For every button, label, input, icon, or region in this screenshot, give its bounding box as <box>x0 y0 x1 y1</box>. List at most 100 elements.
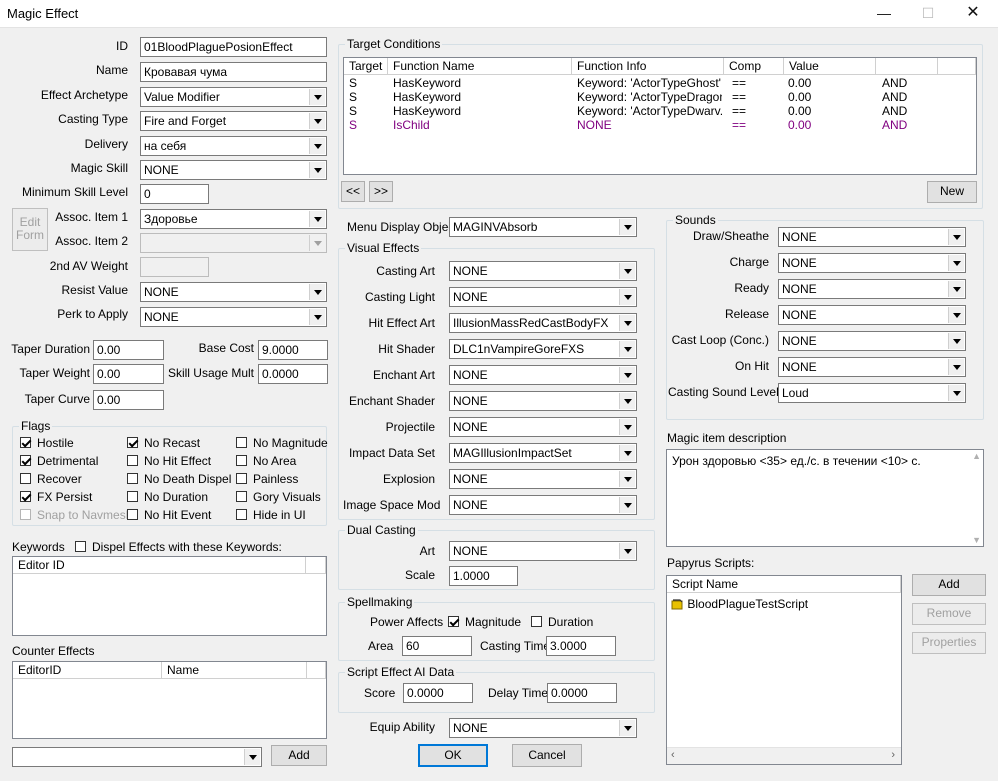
assoc2-select[interactable] <box>140 233 327 253</box>
comp-column-header[interactable]: Comp <box>724 58 784 75</box>
hit-shader-select[interactable]: DLC1nVampireGoreFXS <box>449 339 637 359</box>
name-field[interactable]: Кровавая чума <box>140 62 327 82</box>
new-condition-button[interactable]: New <box>927 181 977 203</box>
condition-cell-func[interactable]: IsChild <box>393 118 569 132</box>
condition-cell-comp[interactable]: == <box>732 118 782 132</box>
dual-scale-field[interactable]: 1.0000 <box>449 566 518 586</box>
dual-art-select[interactable]: NONE <box>449 541 637 561</box>
condition-cell-target[interactable]: S <box>349 76 385 90</box>
condition-cell-info[interactable]: NONE <box>577 118 722 132</box>
flag-checkbox[interactable]: FX Persist <box>20 490 92 504</box>
cancel-button[interactable]: Cancel <box>512 744 582 767</box>
condition-cell-info[interactable]: Keyword: 'ActorTypeDwarv... <box>577 104 722 118</box>
next-condition-button[interactable]: >> <box>369 181 393 202</box>
score-field[interactable]: 0.0000 <box>403 683 473 703</box>
explosion-select[interactable]: NONE <box>449 469 637 489</box>
ok-button[interactable]: OK <box>418 744 488 767</box>
counter-effect-select[interactable] <box>12 747 262 767</box>
keywords-list[interactable]: Editor ID <box>12 556 327 636</box>
flag-checkbox[interactable]: Gory Visuals <box>236 490 321 504</box>
casting-light-select[interactable]: NONE <box>449 287 637 307</box>
flag-checkbox[interactable]: Recover <box>20 472 82 486</box>
condition-cell-op[interactable]: AND <box>882 90 934 104</box>
function-info-column-header[interactable]: Function Info <box>572 58 724 75</box>
condition-cell-info[interactable]: Keyword: 'ActorTypeGhost' <box>577 76 722 90</box>
papyrus-scripts-list[interactable]: Script Name BloodPlagueTestScript ‹ › <box>666 575 902 765</box>
image-space-mod-select[interactable]: NONE <box>449 495 637 515</box>
perk-select[interactable]: NONE <box>140 307 327 327</box>
counter-effects-list[interactable]: EditorID Name <box>12 661 327 739</box>
taper-curve-field[interactable]: 0.00 <box>93 390 164 410</box>
impact-data-set-select[interactable]: MAGIllusionImpactSet <box>449 443 637 463</box>
on-hit-select[interactable]: NONE <box>778 357 966 377</box>
op-column-header[interactable] <box>876 58 938 75</box>
charge-select[interactable]: NONE <box>778 253 966 273</box>
keywords-column-header[interactable]: Editor ID <box>13 557 306 574</box>
papyrus-add-button[interactable]: Add <box>912 574 986 596</box>
enchant-shader-select[interactable]: NONE <box>449 391 637 411</box>
function-name-column-header[interactable]: Function Name <box>388 58 572 75</box>
flag-checkbox[interactable]: Hide in UI <box>236 508 306 522</box>
min-skill-field[interactable]: 0 <box>140 184 209 204</box>
maximize-button[interactable]: ☐ <box>908 2 948 26</box>
delivery-select[interactable]: на себя <box>140 136 327 156</box>
archetype-select[interactable]: Value Modifier <box>140 87 327 107</box>
flag-checkbox[interactable]: Snap to Navmesh <box>20 508 132 522</box>
projectile-select[interactable]: NONE <box>449 417 637 437</box>
taper-weight-field[interactable]: 0.00 <box>93 364 164 384</box>
minimize-button[interactable]: — <box>864 2 904 26</box>
scroll-down-icon[interactable]: ▼ <box>972 535 981 545</box>
casting-type-select[interactable]: Fire and Forget <box>140 111 327 131</box>
skill-mult-field[interactable]: 0.0000 <box>258 364 328 384</box>
equip-ability-select[interactable]: NONE <box>449 718 637 738</box>
cast-loop-select[interactable]: NONE <box>778 331 966 351</box>
scroll-up-icon[interactable]: ▲ <box>972 451 981 461</box>
duration-checkbox[interactable]: Duration <box>531 615 593 629</box>
magic-skill-select[interactable]: NONE <box>140 160 327 180</box>
edit-form-button[interactable]: Edit Form <box>12 208 48 251</box>
condition-cell-op[interactable]: AND <box>882 118 934 132</box>
delay-time-field[interactable]: 0.0000 <box>547 683 617 703</box>
ready-select[interactable]: NONE <box>778 279 966 299</box>
base-cost-field[interactable]: 9.0000 <box>258 340 328 360</box>
condition-cell-comp[interactable]: == <box>732 76 782 90</box>
scroll-right-icon[interactable]: › <box>891 749 895 761</box>
condition-cell-info[interactable]: Keyword: 'ActorTypeDragon' <box>577 90 722 104</box>
casting-sound-level-select[interactable]: Loud <box>778 383 966 403</box>
condition-cell-value[interactable]: 0.00 <box>788 76 874 90</box>
hit-effect-art-select[interactable]: IllusionMassRedCastBodyFX <box>449 313 637 333</box>
description-textarea[interactable]: Урон здоровью <35> ед./с. в течении <10>… <box>666 449 984 547</box>
value-column-header[interactable]: Value <box>784 58 876 75</box>
condition-cell-target[interactable]: S <box>349 90 385 104</box>
flag-checkbox[interactable]: No Area <box>236 454 296 468</box>
horizontal-scrollbar[interactable]: ‹ › <box>667 747 901 764</box>
casting-art-select[interactable]: NONE <box>449 261 637 281</box>
menu-display-select[interactable]: MAGINVAbsorb <box>449 217 637 237</box>
condition-cell-comp[interactable]: == <box>732 90 782 104</box>
id-field[interactable]: 01BloodPlaguePosionEffect <box>140 37 327 57</box>
flag-checkbox[interactable]: No Hit Effect <box>127 454 211 468</box>
papyrus-properties-button[interactable]: Properties <box>912 632 986 654</box>
draw-sheathe-select[interactable]: NONE <box>778 227 966 247</box>
condition-cell-value[interactable]: 0.00 <box>788 90 874 104</box>
flag-checkbox[interactable]: No Recast <box>127 436 200 450</box>
dispel-checkbox[interactable]: Dispel Effects with these Keywords: <box>75 540 282 554</box>
script-item[interactable]: BloodPlagueTestScript <box>671 597 808 611</box>
condition-cell-value[interactable]: 0.00 <box>788 118 874 132</box>
papyrus-remove-button[interactable]: Remove <box>912 603 986 625</box>
casting-time-field[interactable]: 3.0000 <box>546 636 616 656</box>
condition-cell-op[interactable]: AND <box>882 76 934 90</box>
target-column-header[interactable]: Target <box>344 58 388 75</box>
magnitude-checkbox[interactable]: Magnitude <box>448 615 521 629</box>
condition-cell-func[interactable]: HasKeyword <box>393 104 569 118</box>
conditions-list[interactable]: Target Function Name Function Info Comp … <box>343 57 977 175</box>
prev-condition-button[interactable]: << <box>341 181 365 202</box>
flag-checkbox[interactable]: No Death Dispel <box>127 472 231 486</box>
av2-field[interactable] <box>140 257 209 277</box>
condition-cell-func[interactable]: HasKeyword <box>393 76 569 90</box>
assoc1-select[interactable]: Здоровье <box>140 209 327 229</box>
condition-cell-op[interactable]: AND <box>882 104 934 118</box>
script-name-column-header[interactable]: Script Name <box>667 576 901 593</box>
resist-select[interactable]: NONE <box>140 282 327 302</box>
name-column-header[interactable]: Name <box>162 662 307 679</box>
